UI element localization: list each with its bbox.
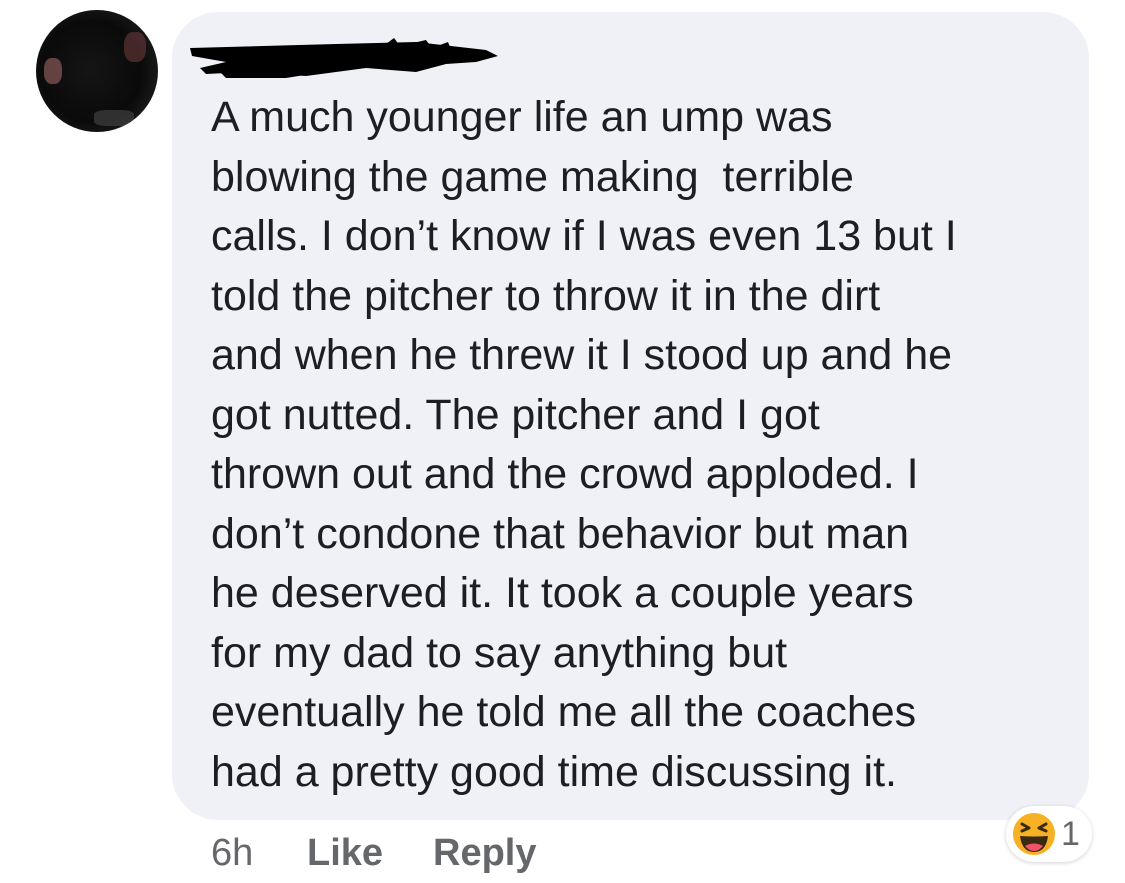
comment-text-line: for my dad to say anything but: [211, 628, 788, 677]
comment-text-line: calls. I don’t know if I was even 13 but…: [211, 212, 957, 260]
comment-text-line: had a pretty good time discussing it.: [211, 747, 897, 796]
comment-text-line: eventually he told me all the coaches: [211, 688, 917, 736]
comment-text-line: told the pitcher to throw it in the dirt: [211, 271, 881, 320]
comment-text-line: he deserved it. It took a couple years: [211, 569, 914, 617]
comment-timestamp: 6h: [211, 832, 254, 874]
comment-text-line: blowing the game making terrible: [211, 152, 854, 201]
redacted-author-name: [190, 38, 498, 78]
avatar[interactable]: [36, 10, 158, 132]
comment-text-line: don’t condone that behavior but man: [211, 509, 910, 558]
avatar-detail: [94, 110, 134, 126]
avatar-detail: [44, 58, 62, 84]
comment-text-line: thrown out and the crowd apploded. I: [211, 450, 919, 498]
reaction-count: 1: [1061, 815, 1080, 853]
comment-text-line: and when he threw it I stood up and he: [211, 331, 953, 379]
reply-button[interactable]: Reply: [433, 828, 536, 878]
comment-text: A much younger life an ump was blowing th…: [211, 88, 1071, 802]
reaction-summary[interactable]: 1: [1006, 806, 1092, 862]
like-button[interactable]: Like: [307, 828, 383, 878]
avatar-detail: [124, 32, 146, 62]
haha-emoji-icon: [1011, 811, 1057, 857]
comment-text-line: got nutted. The pitcher and I got: [211, 390, 820, 439]
comment-text-line: A much younger life an ump was: [211, 93, 833, 141]
